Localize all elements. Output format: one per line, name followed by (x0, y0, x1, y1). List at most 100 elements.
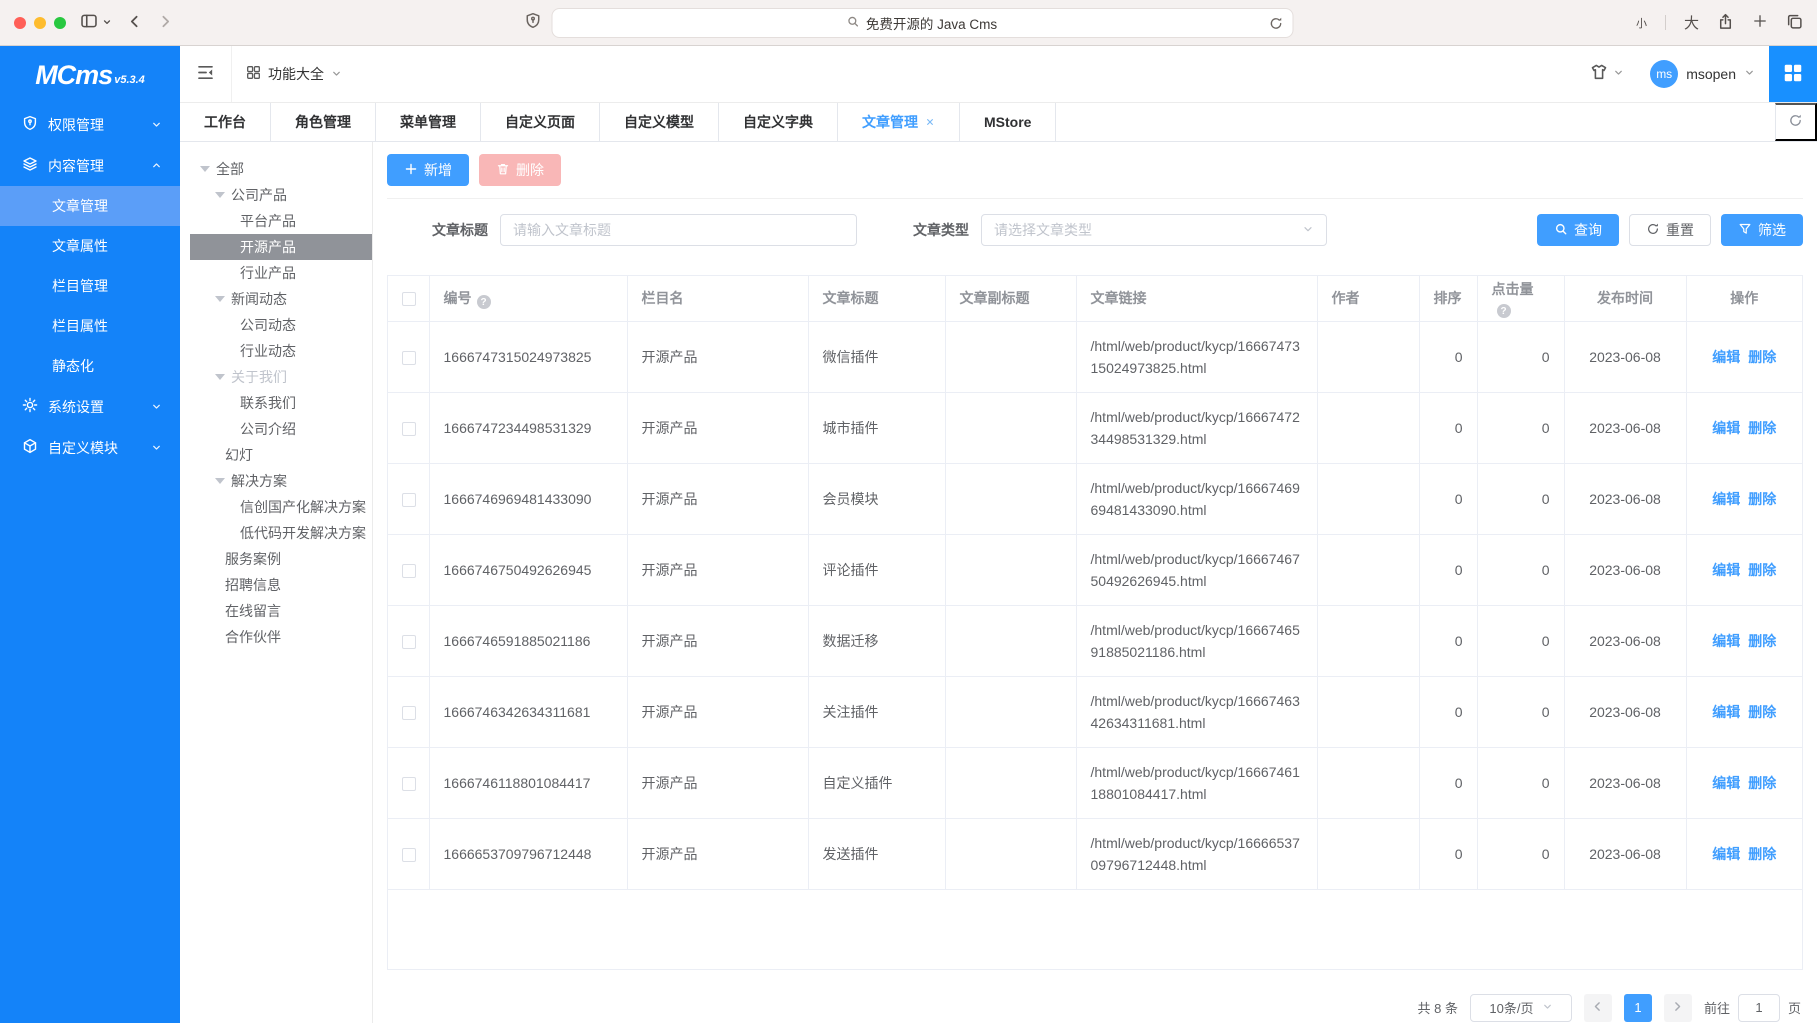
title-filter-input[interactable] (500, 214, 857, 246)
page-size-select[interactable]: 10条/页 (1470, 994, 1572, 1022)
edit-link[interactable]: 编辑 (1712, 562, 1740, 578)
delete-link[interactable]: 删除 (1748, 633, 1776, 649)
text-smaller-button[interactable]: 小 (1636, 15, 1647, 31)
prev-page-button[interactable] (1584, 994, 1612, 1022)
browser-forward-button[interactable] (157, 13, 174, 33)
sidebar-item[interactable]: 栏目管理 (0, 266, 180, 306)
theme-switcher[interactable] (1590, 63, 1624, 86)
row-checkbox[interactable] (402, 422, 416, 436)
row-checkbox[interactable] (402, 777, 416, 791)
delete-link[interactable]: 删除 (1748, 562, 1776, 578)
tree-expand-caret[interactable] (215, 374, 225, 380)
sidebar-group-item[interactable]: 系统设置 (0, 386, 180, 427)
sidebar-item-label: 文章管理 (52, 196, 108, 216)
tree-item[interactable]: 行业动态 (180, 338, 372, 364)
tree-item[interactable]: 开源产品 (190, 234, 372, 260)
reset-button[interactable]: 重置 (1629, 214, 1711, 246)
cell-clicks: 0 (1477, 534, 1564, 605)
tab[interactable]: 自定义字典 (719, 103, 838, 141)
tree-item[interactable]: 全部 (180, 156, 372, 182)
user-menu[interactable]: ms msopen (1650, 60, 1755, 88)
edit-link[interactable]: 编辑 (1712, 846, 1740, 862)
row-checkbox[interactable] (402, 848, 416, 862)
tree-expand-caret[interactable] (215, 296, 225, 302)
tree-item[interactable]: 信创国产化解决方案 (180, 494, 372, 520)
filter-button[interactable]: 筛选 (1721, 214, 1803, 246)
next-page-button[interactable] (1664, 994, 1692, 1022)
add-button[interactable]: 新增 (387, 154, 469, 186)
sidebar-item[interactable]: 栏目属性 (0, 306, 180, 346)
edit-link[interactable]: 编辑 (1712, 420, 1740, 436)
tree-expand-caret[interactable] (200, 166, 210, 172)
select-all-checkbox[interactable] (402, 292, 416, 306)
edit-link[interactable]: 编辑 (1712, 704, 1740, 720)
sidebar-item[interactable]: 文章属性 (0, 226, 180, 266)
minimize-window-button[interactable] (34, 17, 46, 29)
tree-expand-caret[interactable] (215, 478, 225, 484)
search-button[interactable]: 查询 (1537, 214, 1619, 246)
delete-link[interactable]: 删除 (1748, 704, 1776, 720)
sidebar-item[interactable]: 文章管理 (0, 186, 180, 226)
tree-item[interactable]: 服务案例 (180, 546, 372, 572)
row-checkbox[interactable] (402, 706, 416, 720)
sidebar-group-item[interactable]: 权限管理 (0, 104, 180, 145)
reload-icon[interactable] (1268, 16, 1283, 34)
tab[interactable]: MStore (960, 103, 1056, 141)
sidebar-group-item[interactable]: 自定义模块 (0, 427, 180, 468)
close-tab-icon[interactable] (925, 117, 935, 127)
tree-item[interactable]: 新闻动态 (180, 286, 372, 312)
refresh-tab-button[interactable] (1775, 103, 1817, 141)
tree-item[interactable]: 联系我们 (180, 390, 372, 416)
new-tab-button[interactable] (1752, 13, 1768, 32)
apps-launcher-button[interactable] (1769, 46, 1817, 102)
show-tabs-button[interactable] (1786, 13, 1803, 33)
tree-item[interactable]: 平台产品 (180, 208, 372, 234)
delete-link[interactable]: 删除 (1748, 420, 1776, 436)
tree-item[interactable]: 合作伙伴 (180, 624, 372, 650)
page-1-button[interactable]: 1 (1624, 994, 1652, 1022)
edit-link[interactable]: 编辑 (1712, 633, 1740, 649)
tab[interactable]: 自定义模型 (600, 103, 719, 141)
tree-item[interactable]: 幻灯 (180, 442, 372, 468)
row-checkbox[interactable] (402, 493, 416, 507)
sidebar-item[interactable]: 静态化 (0, 346, 180, 386)
browser-back-button[interactable] (126, 13, 143, 33)
row-checkbox[interactable] (402, 351, 416, 365)
delete-link[interactable]: 删除 (1748, 846, 1776, 862)
browser-sidebar-toggle[interactable] (80, 12, 112, 33)
zoom-window-button[interactable] (54, 17, 66, 29)
close-window-button[interactable] (14, 17, 26, 29)
tab[interactable]: 自定义页面 (481, 103, 600, 141)
tree-item[interactable]: 招聘信息 (180, 572, 372, 598)
collapse-sidebar-button[interactable] (196, 63, 215, 85)
tree-item[interactable]: 关于我们 (180, 364, 372, 390)
type-filter-select[interactable]: 请选择文章类型 (981, 214, 1327, 246)
edit-link[interactable]: 编辑 (1712, 349, 1740, 365)
tree-item[interactable]: 解决方案 (180, 468, 372, 494)
delete-link[interactable]: 删除 (1748, 775, 1776, 791)
tree-item[interactable]: 公司介绍 (180, 416, 372, 442)
feature-menu[interactable]: 功能大全 (246, 64, 342, 84)
tab[interactable]: 文章管理 (838, 103, 960, 141)
goto-page-input[interactable] (1738, 994, 1780, 1022)
tab[interactable]: 工作台 (180, 103, 271, 141)
row-checkbox[interactable] (402, 564, 416, 578)
text-larger-button[interactable]: 大 (1684, 12, 1699, 33)
tree-item[interactable]: 行业产品 (180, 260, 372, 286)
tree-item[interactable]: 在线留言 (180, 598, 372, 624)
address-bar[interactable]: 免费开源的 Java Cms (551, 8, 1293, 38)
tab[interactable]: 菜单管理 (376, 103, 481, 141)
delete-button[interactable]: 删除 (479, 154, 561, 186)
share-button[interactable] (1717, 13, 1734, 33)
tree-expand-caret[interactable] (215, 192, 225, 198)
delete-link[interactable]: 删除 (1748, 491, 1776, 507)
edit-link[interactable]: 编辑 (1712, 491, 1740, 507)
delete-link[interactable]: 删除 (1748, 349, 1776, 365)
sidebar-group-item[interactable]: 内容管理 (0, 145, 180, 186)
edit-link[interactable]: 编辑 (1712, 775, 1740, 791)
row-checkbox[interactable] (402, 635, 416, 649)
tab[interactable]: 角色管理 (271, 103, 376, 141)
tree-item[interactable]: 低代码开发解决方案 (180, 520, 372, 546)
tree-item[interactable]: 公司产品 (180, 182, 372, 208)
tree-item[interactable]: 公司动态 (180, 312, 372, 338)
